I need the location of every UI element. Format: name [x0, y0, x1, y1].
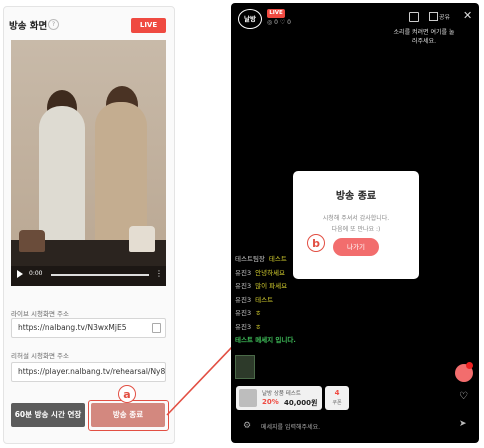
- close-icon[interactable]: ✕: [463, 9, 472, 22]
- coupon-label: 쿠폰: [332, 400, 342, 406]
- view-like-counts: ◎ 0 ♡ 0: [267, 19, 291, 26]
- chat-text: 테스트: [268, 255, 287, 263]
- chat-text: 안녕하세요: [255, 268, 286, 277]
- chat-input[interactable]: 메세지를 입력해주세요.: [261, 422, 320, 431]
- modal-message-line2: 다음에 또 만나요 :): [331, 226, 381, 233]
- chat-text: ㅎ: [255, 322, 262, 331]
- chat-username: 유진3: [235, 282, 252, 290]
- step-marker-b: b: [307, 234, 325, 252]
- live-badge: LIVE: [267, 9, 285, 18]
- chat-text: 많이 파세요: [255, 282, 288, 290]
- chat-message: 유진3 ㅎ: [235, 307, 345, 317]
- share-label[interactable]: 공유: [439, 12, 450, 21]
- viewer-phone-screen: 날방 LIVE ◎ 0 ♡ 0 공유 ✕ 소리를 켜려면 여기를 눌러주세요. …: [231, 3, 479, 443]
- chat-text: 테스트: [255, 295, 274, 304]
- mute-icon[interactable]: [409, 12, 419, 22]
- chat-message: 유진3 많이 파세요: [235, 280, 345, 290]
- chat-username: 유진3: [235, 322, 252, 331]
- chat-username: 유진3: [235, 295, 252, 304]
- product-card[interactable]: 날방 상품 테스트 20% 40,000원: [236, 386, 322, 410]
- sound-notice[interactable]: 소리를 켜려면 여기를 눌러주세요.: [393, 28, 455, 46]
- chat-username: 유진3: [235, 268, 252, 277]
- modal-message-line1: 시청해 주셔서 감사합니다.: [322, 215, 390, 222]
- product-price: 40,000원: [284, 399, 318, 407]
- coupon-button[interactable]: 4 쿠폰: [325, 386, 349, 410]
- product-thumbnail[interactable]: [235, 355, 255, 379]
- app-logo: 날방: [238, 9, 262, 29]
- product-image: [239, 389, 257, 407]
- chat-message: 유진3 테스트: [235, 294, 345, 304]
- product-discount: 20%: [262, 398, 279, 406]
- cart-badge: [466, 362, 473, 369]
- end-broadcast-modal: 방송 종료 시청해 주셔서 감사합니다. 다음에 또 만나요 :) 나가기: [293, 171, 419, 279]
- heart-icon[interactable]: ♡: [459, 391, 468, 402]
- chat-message: 유진3 ㅎ: [235, 321, 345, 331]
- chat-username: 유진3: [235, 309, 252, 317]
- modal-title: 방송 종료: [335, 191, 377, 202]
- send-icon[interactable]: ➤: [459, 419, 467, 429]
- product-name: 날방 상품 테스트: [262, 391, 301, 397]
- coupon-count: 4: [334, 389, 340, 397]
- system-message: 테스트 메세지 입니다.: [235, 336, 296, 344]
- chat-settings-icon[interactable]: ⚙: [243, 421, 251, 431]
- share-icon[interactable]: [429, 12, 438, 21]
- chat-text: ㅎ: [255, 309, 262, 317]
- exit-button[interactable]: 나가기: [333, 238, 379, 256]
- chat-username: 테스트팀장: [235, 255, 265, 263]
